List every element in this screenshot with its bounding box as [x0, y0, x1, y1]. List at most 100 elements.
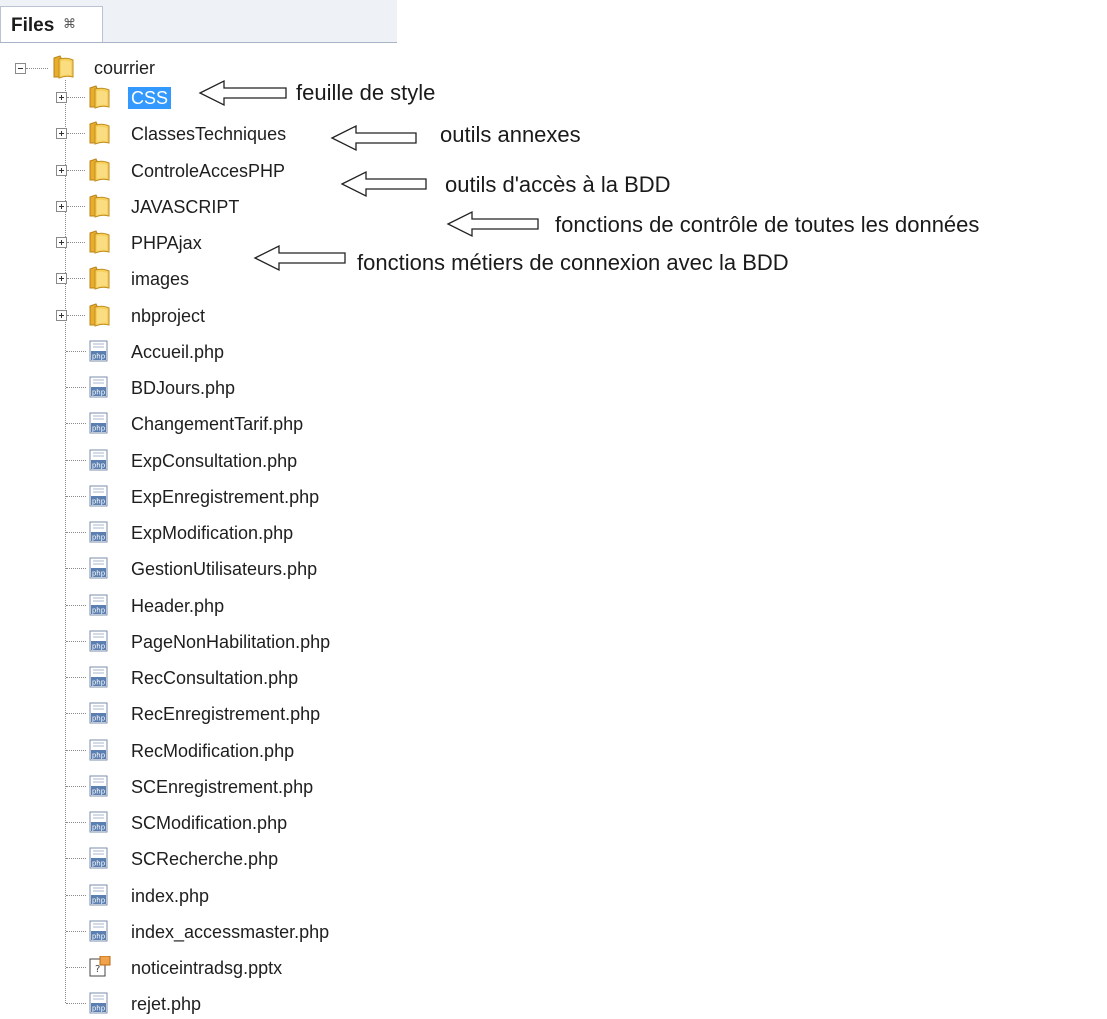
tree-connector	[66, 785, 86, 787]
pptx-file-icon: ?	[89, 955, 111, 978]
folder-item-label[interactable]: ControleAccesPHP	[131, 160, 285, 182]
annotation-text: outils annexes	[440, 122, 581, 147]
file-item-label[interactable]: SCEnregistrement.php	[131, 776, 313, 798]
folder-expander-plus-icon[interactable]	[56, 200, 67, 212]
folder-expander-plus-icon[interactable]	[56, 273, 67, 285]
tree-connector	[66, 930, 86, 932]
svg-text:php: php	[92, 896, 106, 904]
php-file-icon: php	[89, 485, 109, 507]
php-file-icon: php	[89, 630, 109, 652]
svg-text:php: php	[92, 606, 106, 614]
file-item-label[interactable]: GestionUtilisateurs.php	[131, 558, 317, 580]
file-item-label[interactable]: index.php	[131, 885, 209, 907]
tree-connector	[66, 749, 86, 751]
php-file-icon: php	[89, 775, 109, 797]
folder-icon	[51, 55, 77, 79]
php-file-icon: php	[89, 340, 109, 362]
tree-connector	[67, 242, 85, 243]
file-item-label[interactable]: SCModification.php	[131, 812, 287, 834]
file-item-label[interactable]: ChangementTarif.php	[131, 413, 303, 435]
php-file-icon: php	[89, 449, 109, 471]
file-item-label[interactable]: SCRecherche.php	[131, 848, 278, 870]
file-item-label[interactable]: ExpConsultation.php	[131, 450, 297, 472]
php-file-icon: php	[89, 376, 109, 398]
folder-expander-plus-icon[interactable]	[56, 309, 67, 321]
folder-icon	[87, 194, 113, 218]
folder-icon	[87, 302, 113, 327]
tree-connector	[66, 713, 86, 715]
svg-text:php: php	[92, 570, 106, 578]
tab-files[interactable]: Files ⌘	[0, 6, 103, 43]
tree-connector	[66, 858, 86, 860]
folder-item-label[interactable]: ClassesTechniques	[131, 123, 286, 145]
tree-connector	[66, 459, 86, 461]
tree-connector	[67, 205, 85, 207]
file-item-label[interactable]: RecConsultation.php	[131, 667, 298, 689]
tree-connector	[26, 68, 48, 69]
folder-item-label[interactable]: images	[131, 268, 189, 290]
file-item-label[interactable]: PageNonHabilitation.php	[131, 631, 330, 653]
svg-text:php: php	[92, 751, 106, 759]
svg-text:php: php	[92, 534, 106, 542]
php-file-icon: php	[89, 811, 109, 833]
tree-connector	[66, 677, 86, 678]
svg-text:php: php	[92, 497, 106, 505]
svg-text:php: php	[92, 642, 106, 650]
file-item-label[interactable]: ExpEnregistrement.php	[131, 486, 319, 508]
svg-text:php: php	[92, 787, 106, 795]
folder-item-label[interactable]: nbproject	[131, 305, 205, 327]
tree-connector	[66, 350, 86, 352]
folder-icon	[87, 85, 113, 109]
annotation-arrow-icon	[340, 170, 427, 198]
file-item-label[interactable]: ExpModification.php	[131, 522, 293, 544]
file-item-label[interactable]: Accueil.php	[131, 341, 224, 363]
php-file-icon: php	[89, 666, 109, 688]
annotation-text: fonctions de contrôle de toutes les donn…	[555, 212, 980, 237]
svg-text:php: php	[92, 425, 106, 433]
tree-connector	[67, 278, 85, 280]
tree-connector	[66, 568, 86, 570]
annotation-arrow-icon	[198, 79, 287, 107]
root-folder-label[interactable]: courrier	[94, 57, 155, 79]
tab-divider	[0, 42, 397, 43]
file-item-label[interactable]: noticeintradsg.pptx	[131, 957, 282, 979]
folder-icon	[87, 121, 113, 146]
tab-bar: Files ⌘	[0, 0, 397, 43]
folder-item-label[interactable]: JAVASCRIPT	[131, 196, 239, 218]
folder-item-label[interactable]: CSS	[128, 87, 172, 109]
tree-connector	[67, 97, 85, 98]
annotation-arrow-icon	[446, 210, 539, 238]
annotation-text: fonctions métiers de connexion avec la B…	[357, 250, 789, 275]
file-item-label[interactable]: RecEnregistrement.php	[131, 703, 320, 725]
tree-connector	[66, 604, 86, 606]
root-expander-minus-icon[interactable]	[15, 63, 26, 74]
svg-text:?: ?	[95, 964, 100, 975]
file-item-label[interactable]: Header.php	[131, 595, 224, 617]
tree-connector	[67, 133, 85, 135]
tree-connector	[66, 640, 86, 642]
folder-expander-plus-icon[interactable]	[56, 237, 67, 248]
annotation-text: feuille de style	[296, 80, 436, 105]
svg-text:php: php	[92, 860, 106, 868]
folder-expander-plus-icon[interactable]	[56, 92, 67, 103]
folder-item-label[interactable]: PHPAjax	[131, 232, 202, 254]
svg-text:php: php	[92, 1005, 106, 1013]
file-item-label[interactable]: RecModification.php	[131, 740, 294, 762]
folder-icon	[87, 266, 113, 291]
tab-close-icon[interactable]: ⌘	[63, 16, 76, 32]
folder-icon	[87, 230, 113, 254]
folder-expander-plus-icon[interactable]	[56, 128, 67, 140]
file-item-label[interactable]: rejet.php	[131, 993, 201, 1015]
file-item-label[interactable]: BDJours.php	[131, 377, 235, 399]
php-file-icon: php	[89, 920, 109, 942]
php-file-icon: php	[89, 594, 109, 616]
php-file-icon: php	[89, 884, 109, 906]
php-file-icon: php	[89, 521, 109, 543]
tree-connector	[66, 894, 86, 896]
svg-text:php: php	[92, 932, 106, 940]
php-file-icon: php	[89, 739, 109, 761]
tree-connector	[66, 1003, 86, 1005]
file-item-label[interactable]: index_accessmaster.php	[131, 921, 329, 943]
folder-expander-plus-icon[interactable]	[56, 164, 67, 176]
tree-connector	[66, 495, 86, 497]
